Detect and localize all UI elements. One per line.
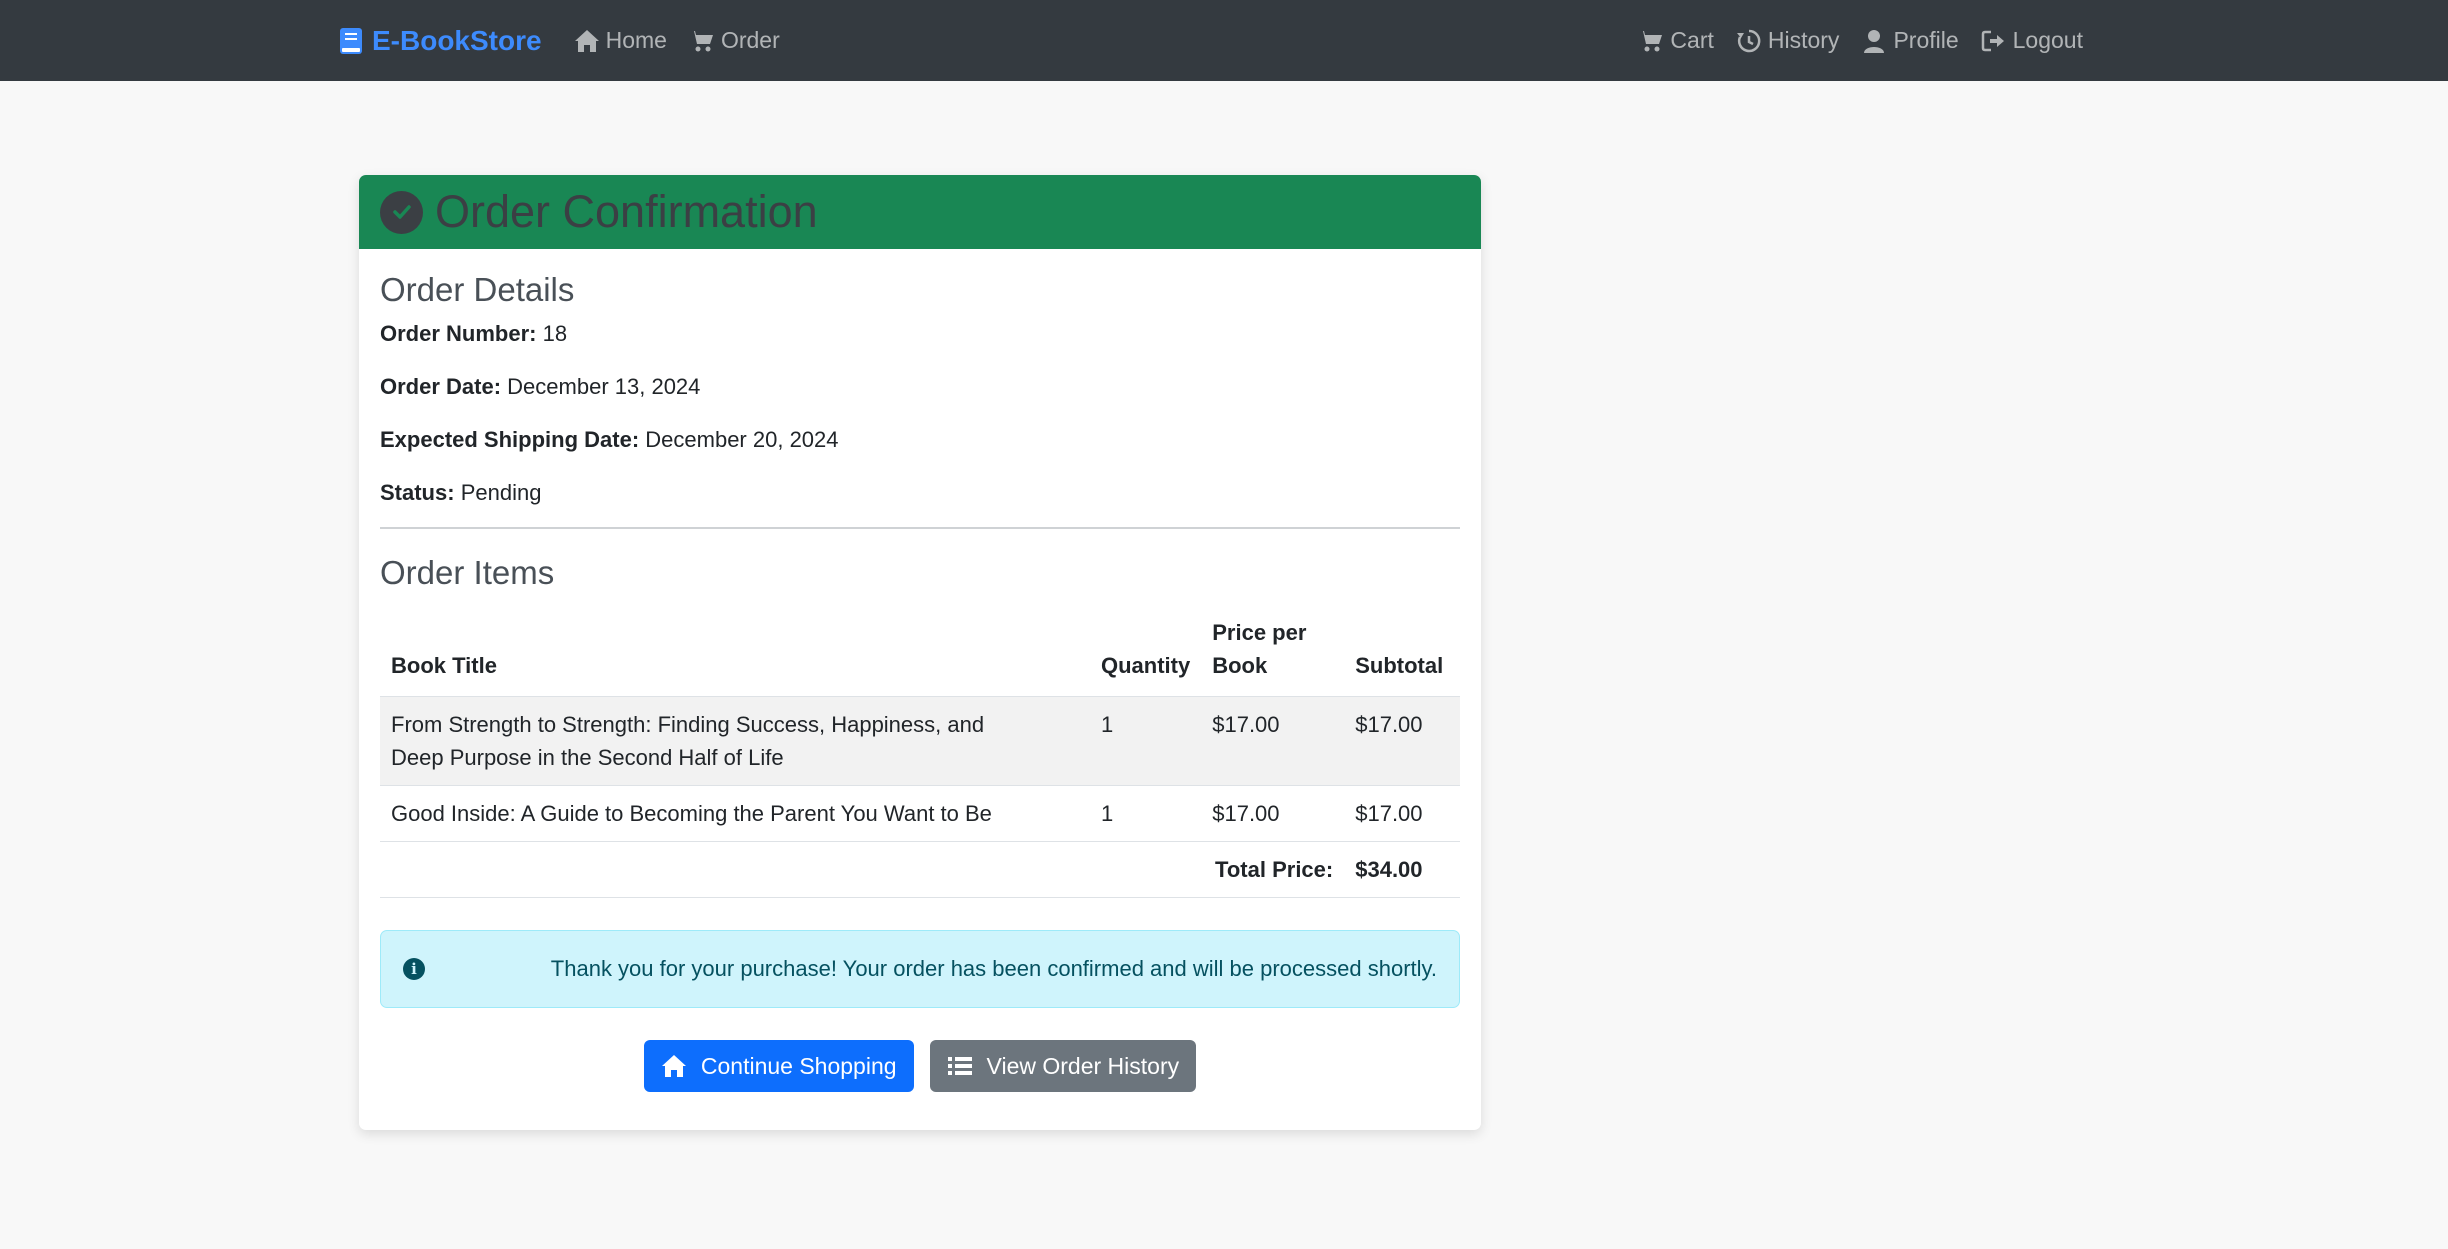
col-book-title: Book Title (380, 606, 1090, 697)
nav-left: E-BookStore Home Order (340, 25, 802, 57)
status-label: Status: (380, 480, 455, 505)
price-cell: $17.00 (1201, 785, 1345, 842)
home-icon (574, 29, 599, 52)
nav-home-label: Home (605, 27, 667, 53)
book-title-cell: Good Inside: A Guide to Becoming the Par… (380, 785, 1090, 842)
order-date: Order Date: December 13, 2024 (380, 376, 1460, 398)
col-price-per-book: Price per Book (1201, 606, 1345, 697)
nav-history[interactable]: History (1736, 27, 1840, 54)
status-value: Pending (460, 480, 542, 505)
book-icon (340, 27, 362, 54)
confirmation-alert: i Thank you for your purchase! Your orde… (380, 930, 1460, 1008)
price-cell: $17.00 (1201, 696, 1345, 786)
nav-logout[interactable]: Logout (1981, 27, 2083, 54)
cart-icon (1639, 30, 1663, 51)
nav-logout-label: Logout (2012, 27, 2083, 53)
nav-cart-label: Cart (1670, 27, 1714, 53)
brand-link[interactable]: E-BookStore (340, 25, 542, 57)
brand-name: E-BookStore (372, 24, 542, 56)
shipping-date-label: Expected Shipping Date: (380, 427, 640, 452)
continue-shopping-label: Continue Shopping (700, 1052, 897, 1079)
table-row: From Strength to Strength: Finding Succe… (380, 696, 1460, 786)
nav-order-label: Order (720, 27, 780, 53)
order-confirmation-card: Order Confirmation Order Details Order N… (359, 175, 1481, 1130)
total-row: Total Price: $34.00 (380, 841, 1460, 898)
nav-order[interactable]: Order (689, 27, 780, 54)
subtotal-cell: $17.00 (1344, 785, 1460, 842)
cart-icon (689, 30, 713, 51)
order-number: Order Number: 18 (380, 323, 1460, 345)
view-order-history-button[interactable]: View Order History (929, 1040, 1197, 1092)
logout-icon (1981, 30, 2004, 51)
order-items-heading: Order Items (380, 554, 555, 591)
expected-shipping-date: Expected Shipping Date: December 20, 202… (380, 429, 1460, 451)
home-icon (661, 1055, 686, 1077)
card-header: Order Confirmation (359, 175, 1481, 249)
order-items-table: Book Title Quantity Price per Book Subto… (380, 606, 1460, 898)
check-circle-icon (380, 190, 423, 234)
total-price-label: Total Price: (380, 841, 1345, 898)
view-order-history-label: View Order History (986, 1052, 1180, 1079)
col-subtotal: Subtotal (1344, 606, 1460, 697)
action-buttons: Continue Shopping View Order History (380, 1040, 1460, 1092)
subtotal-cell: $17.00 (1344, 696, 1460, 786)
order-details-heading: Order Details (380, 271, 575, 308)
top-navbar: E-BookStore Home Order Cart History Prof… (0, 0, 2448, 81)
table-header-row: Book Title Quantity Price per Book Subto… (380, 606, 1460, 697)
user-icon (1864, 29, 1885, 53)
order-number-label: Order Number: (380, 321, 537, 346)
info-circle-icon: i (403, 958, 425, 980)
page-title: Order Confirmation (435, 186, 818, 237)
nav-profile-label: Profile (1893, 27, 1959, 53)
order-date-value: December 13, 2024 (507, 374, 701, 399)
history-icon (1736, 29, 1761, 52)
quantity-cell: 1 (1090, 785, 1202, 842)
navbar-inner: E-BookStore Home Order Cart History Prof… (340, 0, 2083, 81)
order-date-label: Order Date: (380, 374, 502, 399)
nav-profile[interactable]: Profile (1861, 27, 1959, 54)
nav-right: Cart History Profile Logout (1616, 27, 2083, 54)
table-row: Good Inside: A Guide to Becoming the Par… (380, 785, 1460, 842)
card-body: Order Details Order Number: 18 Order Dat… (359, 249, 1481, 1092)
section-divider (380, 527, 1460, 529)
nav-cart[interactable]: Cart (1638, 27, 1714, 54)
list-icon (947, 1057, 972, 1075)
col-quantity: Quantity (1090, 606, 1202, 697)
order-number-value: 18 (542, 321, 568, 346)
quantity-cell: 1 (1090, 696, 1202, 786)
continue-shopping-button[interactable]: Continue Shopping (643, 1040, 914, 1092)
alert-message: Thank you for your purchase! Your order … (550, 956, 1437, 981)
total-price-value: $34.00 (1344, 841, 1460, 898)
nav-history-label: History (1767, 27, 1840, 53)
book-title-cell: From Strength to Strength: Finding Succe… (380, 696, 1090, 786)
order-status: Status: Pending (380, 482, 1460, 504)
shipping-date-value: December 20, 2024 (645, 427, 839, 452)
nav-home[interactable]: Home (574, 27, 667, 54)
